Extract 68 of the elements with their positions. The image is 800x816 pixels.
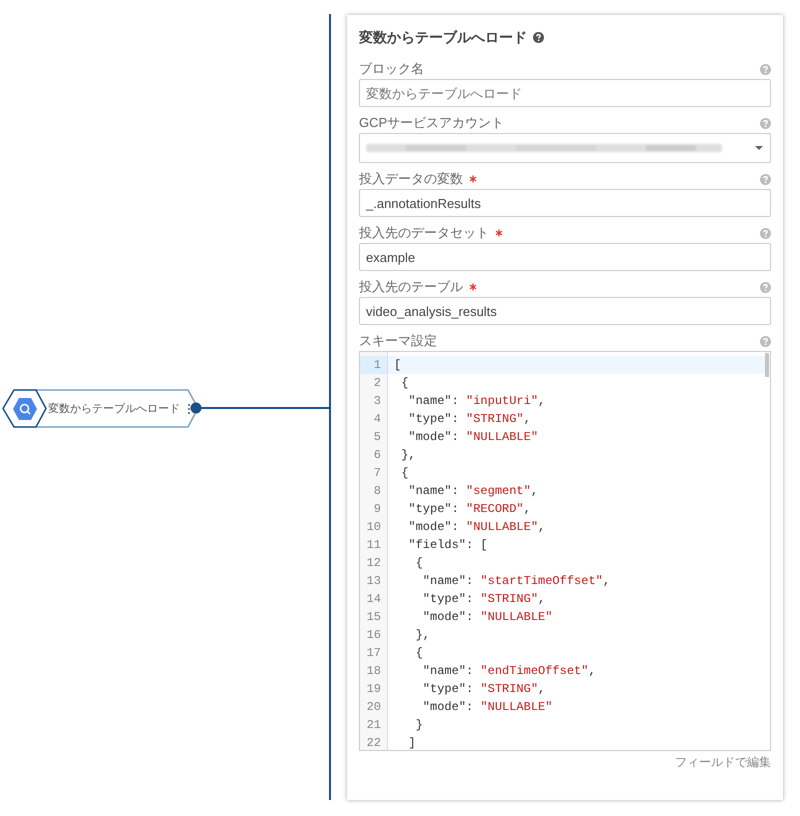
line-number: 16 bbox=[366, 627, 382, 644]
field-label: 投入データの変数 bbox=[359, 170, 463, 188]
field-label: 投入先のテーブル bbox=[359, 278, 463, 296]
line-number: 22 bbox=[366, 735, 382, 750]
line-number: 6 bbox=[372, 447, 382, 464]
code-line: { bbox=[400, 465, 410, 482]
code-line: "name": "segment", bbox=[407, 483, 540, 500]
field-label: 投入先のデータセット bbox=[359, 224, 489, 242]
code-line: "type": "STRING", bbox=[407, 411, 532, 428]
required-icon bbox=[469, 175, 477, 183]
input-field[interactable]: 変数からテーブルへロード bbox=[359, 79, 771, 107]
line-number: 3 bbox=[372, 393, 382, 410]
line-number: 2 bbox=[372, 375, 382, 392]
code-line: { bbox=[400, 375, 410, 392]
field-label: GCPサービスアカウント bbox=[359, 114, 504, 132]
line-number: 9 bbox=[372, 501, 382, 518]
code-line: "type": "RECORD", bbox=[407, 501, 532, 518]
line-number: 1 bbox=[360, 356, 387, 374]
code-line: "fields": [ bbox=[407, 537, 489, 554]
help-icon[interactable] bbox=[533, 32, 544, 42]
code-line: { bbox=[414, 555, 424, 572]
line-number: 21 bbox=[366, 717, 382, 734]
input-field[interactable]: _.annotationResults bbox=[359, 189, 771, 217]
line-number: 8 bbox=[372, 483, 382, 500]
panel-title: 変数からテーブルへロード bbox=[359, 28, 527, 46]
line-number: 15 bbox=[366, 609, 382, 626]
line-number: 11 bbox=[366, 537, 382, 554]
required-icon bbox=[469, 283, 477, 291]
code-line: "name": "startTimeOffset", bbox=[422, 573, 612, 590]
line-number: 14 bbox=[366, 591, 382, 608]
node-label: 変数からテーブルへロード bbox=[48, 402, 180, 417]
line-number: 5 bbox=[372, 429, 382, 446]
connection-port[interactable] bbox=[190, 402, 202, 414]
code-line: "mode": "NULLABLE", bbox=[407, 519, 546, 536]
input-field[interactable]: example bbox=[359, 243, 771, 271]
code-line: { bbox=[414, 645, 424, 662]
code-editor[interactable] bbox=[359, 351, 771, 751]
code-line: ] bbox=[407, 735, 417, 750]
line-number: 7 bbox=[372, 465, 382, 482]
field-label: ブロック名 bbox=[359, 60, 424, 78]
code-line: "type": "STRING", bbox=[422, 591, 546, 608]
line-number: 4 bbox=[372, 411, 382, 428]
code-line: "mode": "NULLABLE" bbox=[422, 609, 554, 626]
code-line: "name": "inputUri", bbox=[407, 393, 546, 410]
line-number: 20 bbox=[366, 699, 382, 716]
line-number: 12 bbox=[366, 555, 382, 572]
code-line: } bbox=[414, 717, 424, 734]
code-line: "name": "endTimeOffset", bbox=[422, 663, 597, 680]
line-number: 18 bbox=[366, 663, 382, 680]
required-icon bbox=[495, 229, 503, 237]
input-field[interactable]: video_analysis_results bbox=[359, 297, 771, 325]
code-line: "mode": "NULLABLE" bbox=[407, 429, 540, 446]
edit-by-fields-link[interactable]: フィールドで編集 bbox=[675, 753, 771, 771]
code-line: }, bbox=[400, 447, 417, 464]
line-number: 17 bbox=[366, 645, 382, 662]
line-number: 19 bbox=[366, 681, 382, 698]
field-label: スキーマ設定 bbox=[359, 332, 437, 350]
block-node[interactable]: 変数からテーブルへロード bbox=[2, 389, 200, 429]
dropdown-caret-icon bbox=[754, 145, 764, 151]
code-line: "mode": "NULLABLE" bbox=[422, 699, 554, 716]
code-line: "type": "STRING", bbox=[422, 681, 546, 698]
select-field[interactable] bbox=[359, 133, 771, 163]
scrollbar-thumb[interactable] bbox=[765, 353, 769, 377]
code-line: }, bbox=[414, 627, 432, 644]
line-number: 10 bbox=[366, 519, 382, 536]
kebab-icon[interactable] bbox=[187, 403, 191, 415]
line-number: 13 bbox=[366, 573, 382, 590]
bigquery-icon bbox=[12, 397, 38, 421]
